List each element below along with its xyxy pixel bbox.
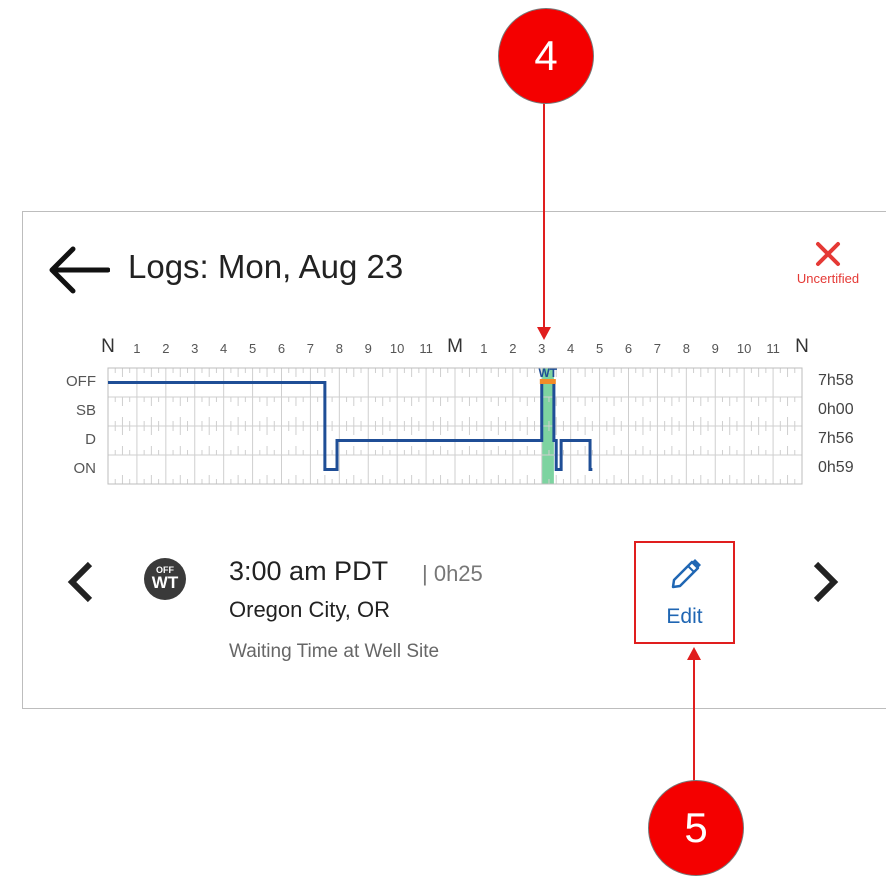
- callout-5: 5: [648, 780, 744, 876]
- callout-5-arrowhead: [687, 647, 701, 660]
- callout-4-arrowhead: [537, 327, 551, 340]
- callout-4: 4: [498, 8, 594, 104]
- callout-arrows: [537, 100, 701, 786]
